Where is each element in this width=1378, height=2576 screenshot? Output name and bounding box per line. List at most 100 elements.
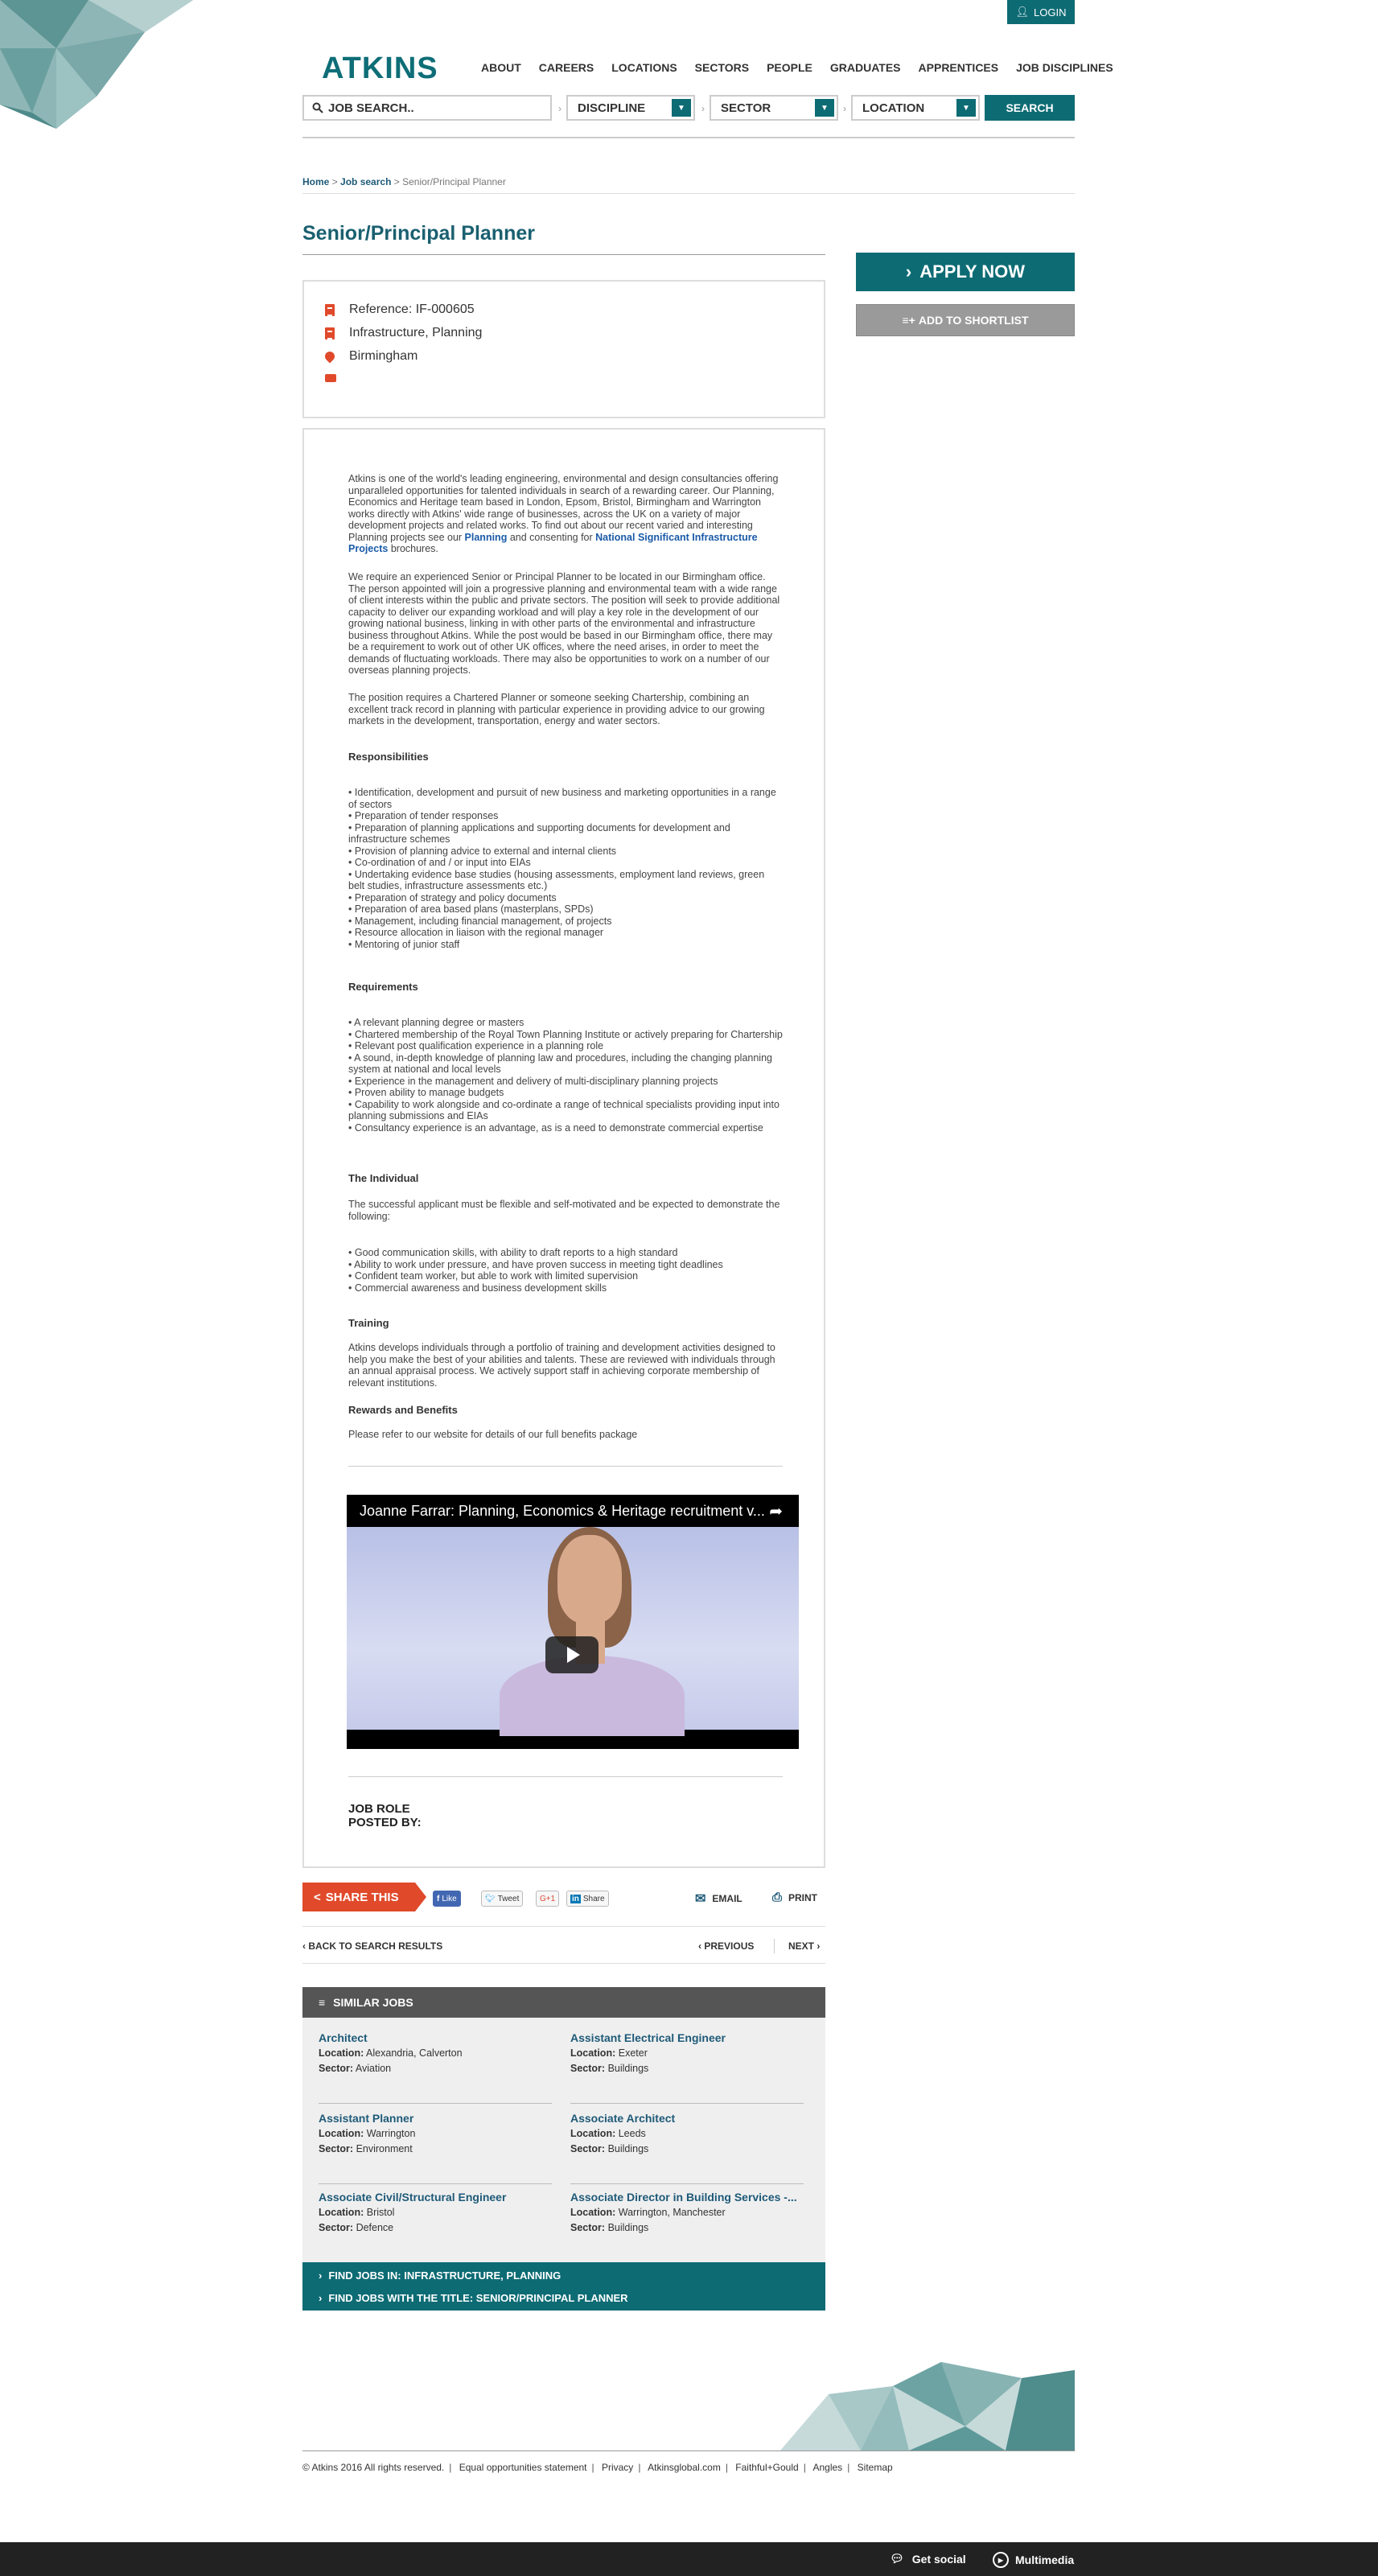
footer-link[interactable]: Angles [812, 2462, 842, 2473]
discipline-select[interactable]: DISCIPLINE ▼ [566, 95, 695, 121]
user-icon: 👤︎ [1015, 6, 1030, 18]
next-link[interactable]: NEXT › [788, 1940, 820, 1952]
list-item: • Co-ordination of and / or input into E… [348, 857, 531, 868]
chevron-down-icon: ▼ [815, 99, 834, 117]
chevron-right-icon: › [817, 1940, 821, 1952]
share-this-button[interactable]: < SHARE THIS [302, 1883, 426, 1911]
list-item: • Capability to work alongside and co-or… [348, 1098, 779, 1122]
list-item: • Ability to work under pressure, and ha… [348, 1258, 723, 1270]
list-item: • Preparation of planning applications a… [348, 821, 730, 846]
login-button[interactable]: 👤︎ LOGIN [1007, 0, 1075, 24]
footer-link[interactable]: Faithful+Gould [735, 2462, 798, 2473]
multimedia-link[interactable]: ▶ Multimedia [993, 2552, 1074, 2568]
list-item: • Identification, development and pursui… [348, 787, 776, 810]
back-to-search-link[interactable]: ‹ BACK TO SEARCH RESULTS [302, 1940, 442, 1952]
list-item: • Confident team worker, but able to wor… [348, 1270, 639, 1282]
location-row: Birmingham [323, 349, 418, 364]
chevron-down-icon: ▼ [672, 99, 691, 117]
facebook-like-button[interactable]: f Like [433, 1891, 461, 1907]
chevron-right-icon: › [905, 261, 912, 282]
responsibilities-list: • Identification, development and pursui… [348, 787, 783, 950]
similar-jobs-header: ≡ SIMILAR JOBS [302, 1987, 825, 2018]
briefcase-row [325, 372, 336, 382]
list-item: • Undertaking evidence base studies (hou… [348, 868, 765, 892]
tweet-button[interactable]: 🐦︎ Tweet [481, 1891, 524, 1907]
linkedin-share-button[interactable]: in Share [566, 1891, 609, 1907]
similar-job-title[interactable]: Assistant Planner [319, 2111, 552, 2126]
bottom-bar: 💬︎ Get social ▶ Multimedia [0, 2542, 1378, 2576]
share-divider [302, 1926, 825, 1927]
breadcrumb-current: Senior/Principal Planner [402, 176, 506, 187]
list-icon: ≡ [319, 1996, 326, 2009]
chevron-left-icon: ‹ [698, 1940, 701, 1952]
breadcrumb-home[interactable]: Home [302, 176, 329, 187]
nav-careers[interactable]: CAREERS [539, 61, 594, 74]
position-paragraph: The position requires a Chartered Planne… [348, 692, 765, 726]
job-role-label: JOB ROLE [348, 1802, 410, 1816]
rewards-paragraph: Please refer to our website for details … [348, 1429, 638, 1440]
envelope-icon: ✉ [695, 1892, 706, 1906]
play-icon[interactable] [545, 1636, 599, 1673]
chevron-right-icon: › [843, 103, 846, 114]
nav-people[interactable]: PEOPLE [767, 61, 812, 74]
document-icon [325, 303, 335, 316]
posted-by-label: POSTED BY: [348, 1816, 422, 1829]
similar-job-title[interactable]: Associate Civil/Structural Engineer [319, 2190, 552, 2205]
similar-job-title[interactable]: Associate Director in Building Services … [570, 2190, 804, 2205]
breadcrumb-job-search[interactable]: Job search [340, 176, 391, 187]
list-item: • Provision of planning advice to extern… [348, 845, 617, 857]
individual-list: • Good communication skills, with abilit… [348, 1247, 783, 1294]
find-jobs-title-link[interactable]: › FIND JOBS WITH THE TITLE: SENIOR/PRINC… [302, 2285, 825, 2311]
share-icon: < [314, 1890, 321, 1904]
similar-job-title[interactable]: Assistant Electrical Engineer [570, 2031, 804, 2046]
get-social-link[interactable]: 💬︎ Get social [890, 2552, 966, 2566]
chevron-left-icon: ‹ [302, 1940, 306, 1952]
nav-sectors[interactable]: SECTORS [695, 61, 749, 74]
list-item: • A sound, in-depth knowledge of plannin… [348, 1051, 772, 1076]
similar-jobs-list: Architect Location: Alexandria, Calverto… [302, 2018, 825, 2262]
nav-about[interactable]: ABOUT [481, 61, 521, 74]
footer-divider [302, 2450, 1075, 2451]
list-item: • Management, including financial manage… [348, 915, 612, 927]
apply-now-button[interactable]: › APPLY NOW [856, 253, 1075, 291]
add-to-shortlist-button[interactable]: ≡+ ADD TO SHORTLIST [856, 304, 1075, 336]
embedded-video[interactable]: Joanne Farrar: Planning, Economics & Her… [347, 1495, 799, 1749]
video-title[interactable]: Joanne Farrar: Planning, Economics & Her… [360, 1503, 765, 1520]
location-select[interactable]: LOCATION ▼ [851, 95, 980, 121]
list-item: • Resource allocation in liaison with th… [348, 927, 604, 938]
chevron-right-icon: › [701, 103, 705, 114]
footer-link[interactable]: Privacy [602, 2462, 633, 2473]
training-paragraph: Atkins develops individuals through a po… [348, 1342, 775, 1389]
job-summary-box: Reference: IF-000605 Infrastructure, Pla… [302, 280, 825, 418]
footer-link[interactable]: Equal opportunities statement [459, 2462, 587, 2473]
nav-apprentices[interactable]: APPRENTICES [919, 61, 999, 74]
list-item: • Commercial awareness and business deve… [348, 1282, 607, 1294]
atkins-logo[interactable]: ATKINS [322, 51, 438, 86]
share-arrow-icon[interactable]: ➦ [769, 1501, 783, 1521]
section-divider [348, 1466, 783, 1467]
footer-link[interactable]: Atkinsglobal.com [648, 2462, 721, 2473]
planning-brochure-link[interactable]: Planning [465, 532, 508, 543]
play-circle-icon: ▶ [993, 2552, 1009, 2568]
nav-locations[interactable]: LOCATIONS [611, 61, 677, 74]
print-button[interactable]: ⎙ PRINT [772, 1891, 817, 1904]
nav-graduates[interactable]: GRADUATES [830, 61, 901, 74]
list-item: • Relevant post qualification experience… [348, 1040, 604, 1051]
similar-job-title[interactable]: Associate Architect [570, 2111, 804, 2126]
search-button[interactable]: SEARCH [985, 95, 1075, 121]
job-meta: JOB ROLE POSTED BY: [348, 1802, 783, 1829]
previous-link[interactable]: ‹ PREVIOUS [698, 1940, 754, 1952]
nav-job-disciplines[interactable]: JOB DISCIPLINES [1016, 61, 1113, 74]
job-search-input[interactable]: JOB SEARCH.. [302, 95, 552, 121]
chevron-down-icon: ▼ [956, 99, 976, 117]
email-button[interactable]: ✉ EMAIL [695, 1891, 742, 1907]
similar-job-title[interactable]: Architect [319, 2031, 552, 2046]
sector-select[interactable]: SECTOR ▼ [710, 95, 838, 121]
breadcrumb: Home > Job search > Senior/Principal Pla… [302, 176, 506, 187]
list-add-icon: ≡+ [902, 314, 915, 327]
footer-link[interactable]: Sitemap [858, 2462, 893, 2473]
google-plus-button[interactable]: G+1 [536, 1891, 560, 1907]
rewards-heading: Rewards and Benefits [348, 1404, 458, 1416]
chevron-right-icon: › [558, 103, 561, 114]
chevron-right-icon: › [319, 2269, 323, 2282]
